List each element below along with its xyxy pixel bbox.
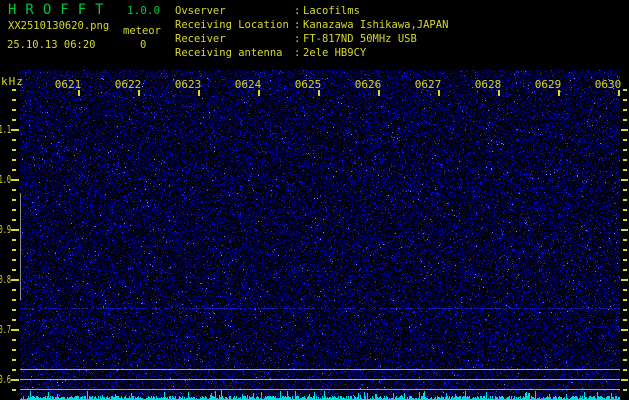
freq-minor-tick-right [623, 349, 627, 351]
frequency-axis-unit-label: kHz [1, 76, 24, 88]
freq-minor-tick-left [12, 339, 16, 341]
freq-major-tick-right [621, 279, 628, 281]
freq-minor-tick-right [623, 109, 627, 111]
app-version: 1.0.0 [127, 5, 160, 17]
freq-minor-tick-left [12, 369, 16, 371]
freq-major-tick-right [621, 379, 628, 381]
freq-minor-tick-left [12, 259, 16, 261]
freq-minor-tick-left [12, 109, 16, 111]
freq-major-tick-left [11, 329, 19, 331]
freq-minor-tick-left [12, 389, 16, 391]
freq-minor-tick-right [623, 359, 627, 361]
freq-minor-tick-right [623, 299, 627, 301]
freq-major-tick-left [11, 179, 19, 181]
hrofft-window: HROFFT 1.0.0 XX2510130620.png meteor 0 2… [0, 0, 629, 400]
freq-major-tick-left [11, 379, 19, 381]
freq-minor-tick-left [12, 149, 16, 151]
freq-major-tick-left [11, 279, 19, 281]
freq-minor-tick-right [623, 309, 627, 311]
freq-minor-tick-right [623, 169, 627, 171]
info-label: Ovserver [175, 4, 294, 18]
freq-minor-tick-left [12, 219, 16, 221]
info-value: Lacofilms [303, 4, 360, 18]
freq-minor-tick-right [623, 219, 627, 221]
freq-minor-tick-right [623, 249, 627, 251]
freq-tick-label: 0.8 [0, 274, 11, 285]
freq-major-tick-right [621, 179, 628, 181]
freq-minor-tick-left [12, 99, 16, 101]
freq-tick-label: 0.6 [0, 374, 11, 385]
info-colon: : [294, 4, 303, 18]
info-row-location: Receiving Location:Kanazawa Ishikawa,JAP… [175, 18, 448, 32]
freq-minor-tick-left [12, 359, 16, 361]
info-label: Receiving Location [175, 18, 294, 32]
info-label: Receiving antenna [175, 46, 294, 60]
freq-minor-tick-left [12, 299, 16, 301]
info-value: Kanazawa Ishikawa,JAPAN [303, 18, 448, 32]
info-colon: : [294, 32, 303, 46]
freq-minor-tick-right [623, 259, 627, 261]
freq-minor-tick-left [12, 119, 16, 121]
freq-minor-tick-left [12, 89, 16, 91]
freq-minor-tick-right [623, 239, 627, 241]
freq-minor-tick-left [12, 189, 16, 191]
freq-minor-tick-right [623, 289, 627, 291]
freq-minor-tick-right [623, 319, 627, 321]
freq-major-tick-left [11, 129, 19, 131]
freq-tick-label: 1.1 [0, 124, 11, 135]
freq-major-tick-right [621, 129, 628, 131]
freq-minor-tick-left [12, 169, 16, 171]
freq-minor-tick-right [623, 339, 627, 341]
freq-minor-tick-right [623, 189, 627, 191]
freq-major-tick-right [621, 229, 628, 231]
app-title: HROFFT [8, 3, 113, 18]
freq-minor-tick-right [623, 369, 627, 371]
freq-minor-tick-right [623, 89, 627, 91]
observation-datetime: 25.10.13 06:20 [7, 40, 96, 51]
info-value: FT-817ND 50MHz USB [303, 32, 417, 46]
freq-minor-tick-left [12, 269, 16, 271]
output-filename: XX2510130620.png [8, 21, 109, 32]
freq-minor-tick-left [12, 199, 16, 201]
info-value: 2ele HB9CY [303, 46, 366, 60]
observer-info-table: Ovserver:Lacofilms Receiving Location:Ka… [175, 4, 448, 60]
info-colon: : [294, 46, 303, 60]
freq-minor-tick-left [12, 249, 16, 251]
freq-minor-tick-left [12, 139, 16, 141]
freq-minor-tick-right [623, 99, 627, 101]
meteor-count-label: meteor [123, 26, 161, 37]
freq-minor-tick-left [12, 319, 16, 321]
freq-tick-label: 0.7 [0, 324, 11, 335]
freq-minor-tick-right [623, 389, 627, 391]
freq-minor-tick-right [623, 149, 627, 151]
freq-minor-tick-right [623, 269, 627, 271]
freq-minor-tick-right [623, 199, 627, 201]
freq-minor-tick-right [623, 119, 627, 121]
info-label: Receiver [175, 32, 294, 46]
freq-minor-tick-left [12, 289, 16, 291]
freq-major-tick-left [11, 229, 19, 231]
freq-minor-tick-left [12, 309, 16, 311]
freq-minor-tick-left [12, 209, 16, 211]
freq-tick-label: 1.0 [0, 174, 11, 185]
freq-minor-tick-right [623, 209, 627, 211]
freq-minor-tick-left [12, 159, 16, 161]
info-row-observer: Ovserver:Lacofilms [175, 4, 448, 18]
info-colon: : [294, 18, 303, 32]
freq-minor-tick-left [12, 349, 16, 351]
freq-minor-tick-right [623, 139, 627, 141]
spectrogram-plot [20, 70, 620, 400]
freq-major-tick-right [621, 329, 628, 331]
freq-tick-label: 0.9 [0, 224, 11, 235]
info-row-antenna: Receiving antenna:2ele HB9CY [175, 46, 448, 60]
freq-minor-tick-right [623, 159, 627, 161]
meteor-count-value: 0 [140, 40, 146, 51]
info-row-receiver: Receiver:FT-817ND 50MHz USB [175, 32, 448, 46]
freq-minor-tick-left [12, 239, 16, 241]
